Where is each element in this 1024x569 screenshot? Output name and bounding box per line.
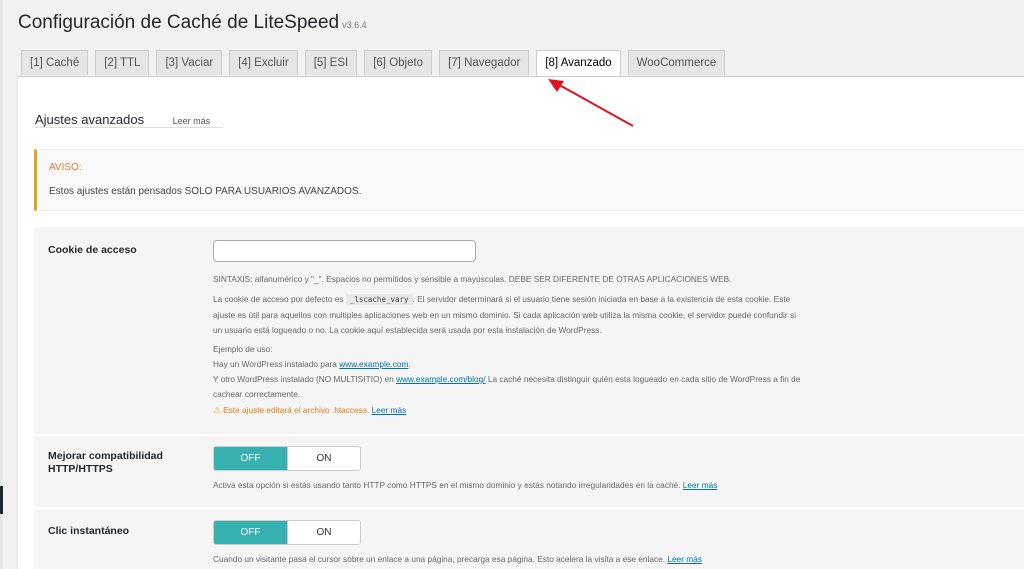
instant-click-desc-text: Cuando un visitante pasa el cursor sobre… — [213, 554, 666, 564]
login-cookie-input[interactable] — [213, 240, 476, 262]
example-line2: Y otro WordPress instalado (NO MULTISITI… — [213, 372, 800, 387]
page-title: Configuración de Caché de LiteSpeed v3.6.… — [18, 12, 367, 34]
instant-click-desc: Cuando un visitante pasa el cursor sobre… — [213, 552, 702, 567]
http-https-toggle[interactable]: OFF ON — [213, 446, 361, 471]
example-line1: Hay un WordPress instalado para www.exam… — [213, 357, 411, 372]
notice-text: Estos ajustes están pensados SOLO PARA U… — [49, 186, 362, 197]
desc1-pre: La cookie de acceso por defecto es — [213, 294, 344, 304]
warning-notice: AVISO: Estos ajustes están pensados SOLO… — [34, 149, 1024, 211]
section-header: Ajustes avanzados Leer más — [35, 111, 223, 128]
tab-cache[interactable]: [1] Caché — [21, 50, 89, 75]
instant-click-row: Clic instantáneo OFF ON Cuando un visita… — [34, 510, 1024, 569]
settings-panel: Ajustes avanzados Leer más AVISO: Estos … — [17, 76, 1024, 569]
login-cookie-desc-line1: La cookie de acceso por defecto es _lsca… — [213, 292, 790, 307]
section-learn-more-link[interactable]: Leer más — [173, 116, 211, 126]
example-title: Ejemplo de uso: — [213, 344, 273, 354]
section-title: Ajustes avanzados — [35, 112, 145, 127]
instant-click-learn-more-link[interactable]: Leer más — [667, 554, 702, 564]
example2-post: La caché necesita distinguir quién esta … — [487, 374, 801, 384]
example1-pre: Hay un WordPress instalado para — [213, 359, 337, 369]
htaccess-learn-more-link[interactable]: Leer más — [372, 405, 407, 415]
warning-icon: ⚠ — [213, 405, 222, 415]
http-https-row: Mejorar compatibilidad HTTP/HTTPS OFF ON… — [34, 436, 1024, 507]
http-https-off-option[interactable]: OFF — [214, 447, 287, 470]
http-https-on-option[interactable]: ON — [287, 447, 360, 470]
left-edge — [0, 0, 3, 569]
tab-object[interactable]: [6] Objeto — [364, 50, 433, 75]
instant-click-on-option[interactable]: ON — [287, 521, 360, 544]
tab-ttl[interactable]: [2] TTL — [95, 50, 150, 75]
http-https-desc-text: Activa esta opción si estás usando tanto… — [213, 480, 681, 490]
desc1-post: . El servidor determinará si el usuario … — [412, 294, 791, 304]
login-cookie-label: Cookie de acceso — [48, 244, 137, 256]
example1-post: . — [408, 359, 411, 369]
annotation-arrow-icon — [548, 79, 634, 127]
page-title-text: Configuración de Caché de LiteSpeed — [18, 12, 340, 33]
htaccess-warning-text: Este ajuste editará el archivo .htaccess… — [223, 405, 370, 415]
instant-click-off-option[interactable]: OFF — [214, 521, 287, 544]
notice-title: AVISO: — [49, 162, 82, 173]
tab-browser[interactable]: [7] Navegador — [439, 50, 530, 75]
example-line3: cachear correctamente. — [213, 389, 301, 399]
login-cookie-row: Cookie de acceso SINTAXIS: alfanumérico … — [34, 227, 1024, 434]
tab-woocommerce[interactable]: WooCommerce — [627, 50, 726, 75]
version-label: v3.6.4 — [342, 20, 367, 30]
login-cookie-desc-line3: un usuario está logueado o no. La cookie… — [213, 325, 602, 335]
login-cookie-syntax: SINTAXIS: alfanumérico y "_". Espacios n… — [213, 274, 732, 284]
example2-link[interactable]: www.example.com/blog/ — [396, 374, 485, 384]
http-https-desc: Activa esta opción si estás usando tanto… — [213, 478, 717, 493]
tab-esi[interactable]: [5] ESI — [304, 50, 358, 75]
tab-purge[interactable]: [3] Vaciar — [156, 50, 223, 75]
http-https-learn-more-link[interactable]: Leer más — [683, 480, 718, 490]
instant-click-label: Clic instantáneo — [48, 525, 130, 537]
example2-pre: Y otro WordPress instalado (NO MULTISITI… — [213, 374, 394, 384]
example1-link[interactable]: www.example.com — [339, 359, 408, 369]
default-cookie-code: _lscache_vary — [345, 294, 413, 305]
htaccess-warning: ⚠ Este ajuste editará el archivo .htacces… — [213, 403, 406, 418]
http-https-label: Mejorar compatibilidad HTTP/HTTPS — [48, 450, 163, 475]
instant-click-toggle[interactable]: OFF ON — [213, 520, 361, 545]
left-edge-mark — [0, 486, 3, 514]
tab-exclude[interactable]: [4] Excluir — [229, 50, 298, 75]
login-cookie-desc-line2: ajuste es útil para aquellos con multipl… — [213, 310, 796, 320]
